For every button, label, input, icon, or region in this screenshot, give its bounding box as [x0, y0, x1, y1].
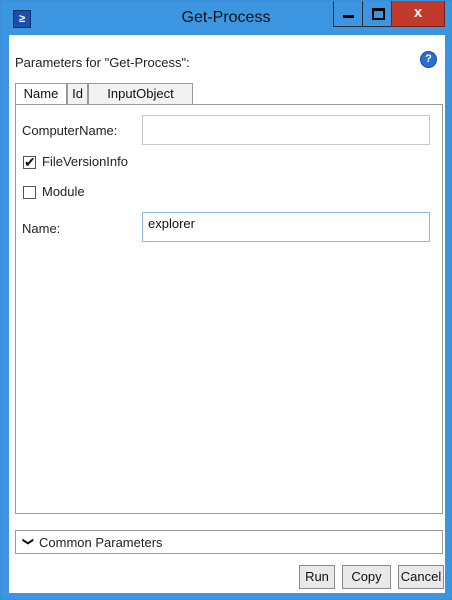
fileversioninfo-label[interactable]: FileVersionInfo — [42, 154, 128, 169]
tab-inputobject[interactable]: InputObject — [88, 83, 193, 104]
chevron-down-icon: ❯ — [22, 536, 35, 547]
name-field[interactable]: explorer — [142, 212, 430, 242]
close-button[interactable]: x — [391, 1, 445, 27]
window: ≥ Get-Process x Parameters for "Get-Proc… — [0, 0, 452, 600]
cancel-button[interactable]: Cancel — [398, 565, 444, 589]
checkmark-icon: ✔ — [24, 154, 36, 170]
tab-id[interactable]: Id — [67, 83, 88, 104]
fileversioninfo-checkbox[interactable]: ✔ — [23, 154, 36, 170]
copy-button[interactable]: Copy — [342, 565, 391, 589]
title-bar[interactable]: ≥ Get-Process x — [1, 1, 451, 35]
maximize-icon — [372, 8, 385, 20]
dialog-body: Parameters for "Get-Process": ? Name Id … — [9, 35, 445, 593]
run-button[interactable]: Run — [299, 565, 335, 589]
maximize-button[interactable] — [362, 1, 392, 27]
help-icon[interactable]: ? — [420, 51, 437, 68]
name-label: Name: — [22, 221, 61, 236]
tab-name[interactable]: Name — [15, 83, 67, 105]
computername-field[interactable] — [142, 115, 430, 145]
module-label[interactable]: Module — [42, 184, 85, 199]
module-checkbox[interactable] — [23, 186, 36, 199]
minimize-button[interactable] — [333, 1, 363, 27]
minimize-icon — [343, 15, 354, 18]
common-parameters-expander[interactable]: ❯ Common Parameters — [15, 530, 443, 554]
close-icon: x — [413, 4, 423, 21]
tab-panel: ComputerName: ✔ FileVersionInfo Module N… — [15, 104, 443, 514]
computername-label: ComputerName: — [22, 123, 118, 138]
common-parameters-label: Common Parameters — [39, 535, 163, 550]
parameters-label: Parameters for "Get-Process": — [15, 55, 190, 70]
